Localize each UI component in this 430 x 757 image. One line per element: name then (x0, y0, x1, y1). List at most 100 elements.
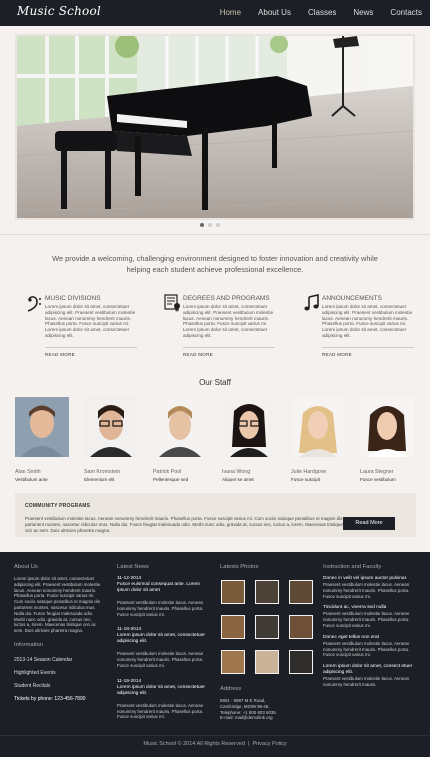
footer-address-title: Address (220, 686, 242, 692)
footer-news: Latest News 11-12-2014 Fusce euismod con… (117, 564, 207, 720)
faculty-text: Praesent vestibulum molestie lacus. Aene… (323, 582, 410, 599)
feature-rule (183, 347, 275, 348)
hero-image (17, 36, 413, 218)
news-headline[interactable]: Lorem ipsum dolor sit amet, consectetuer… (117, 685, 207, 697)
footer-about-text: Lorem ipsum dolor sit amet, consectetuer… (14, 576, 101, 634)
faculty-text: Praesent vestibulum molestie lacus. Aene… (323, 611, 410, 628)
footer-about-title: About Us (14, 564, 38, 570)
footer-link[interactable]: Student Recitals (14, 680, 104, 693)
copyright-text: Music School © 2014 All Rights Reserved (143, 741, 245, 747)
staff-role: Fusce suscipit (291, 477, 321, 482)
staff-portrait (15, 397, 69, 457)
footer-address: Address 8901 - 9887 M E Road, Cambridge,… (220, 686, 315, 721)
footer-news-title: Latest News (117, 564, 149, 570)
staff-photo[interactable] (291, 397, 345, 457)
footer-faculty: Instruction and Faculty Donec in velit v… (323, 564, 415, 688)
staff-name: Sam Kromstein (84, 469, 121, 475)
faculty-headline[interactable]: Lorem ipsum dolor sit amet, consect etue… (323, 664, 415, 676)
staff-photo[interactable] (360, 397, 414, 457)
nav-contacts[interactable]: Contacts (390, 8, 422, 17)
faculty-text: Praesent vestibulum molestie lacus. Aene… (323, 640, 410, 658)
slider-dot-3[interactable] (216, 223, 220, 227)
feature-text: Lorem ipsum dolor sit amet, consectetuer… (183, 304, 274, 338)
main-nav: Home About Us Classes News Contacts (220, 8, 422, 17)
staff-portrait (222, 397, 276, 457)
gallery-thumbnail[interactable] (221, 615, 245, 639)
footer-link[interactable]: 2013-14 Season Calendar (14, 654, 104, 667)
staff-photo[interactable] (84, 397, 138, 457)
news-text: Praesent vestibulum molestie lacus. Aene… (117, 651, 204, 668)
news-headline[interactable]: Fusce euismod consequat ante. Lorem ipsu… (117, 582, 207, 594)
section-divider (0, 234, 430, 235)
privacy-policy-link[interactable]: Privacy Policy (252, 741, 286, 747)
news-headline[interactable]: Lorem ipsum dolor sit amet, consectetuer… (117, 633, 207, 645)
community-text: Praesent vestibulum molestie lacus. Aene… (25, 516, 343, 533)
staff-role: Fusce vestibulum (360, 477, 396, 482)
gallery-thumbnail[interactable] (289, 580, 313, 604)
footer-address-text: 8901 - 9887 M E Road, Cambridge, MG09 99… (220, 698, 276, 721)
footer-link[interactable]: Highlighted Events (14, 667, 104, 680)
site-header: Music School Home About Us Classes News … (0, 0, 430, 26)
footer-faculty-title: Instruction and Faculty (323, 564, 382, 570)
gallery-thumbnail[interactable] (289, 615, 313, 639)
nav-home[interactable]: Home (220, 8, 241, 17)
nav-classes[interactable]: Classes (308, 8, 336, 17)
bass-clef-icon (27, 296, 41, 312)
staff-name: Julie Hardgove (291, 469, 327, 475)
intro-text: We provide a welcoming, challenging envi… (52, 254, 378, 274)
gallery-thumbnail[interactable] (255, 650, 279, 674)
staff-name: Alan Smith (15, 469, 41, 475)
music-note-icon (304, 294, 319, 311)
staff-name: Patrick Pool (153, 469, 182, 475)
gallery-thumbnail[interactable] (255, 580, 279, 604)
nav-about[interactable]: About Us (258, 8, 291, 17)
read-more-link[interactable]: READ MORE (322, 352, 352, 357)
footer-photos: Latests Photos (220, 564, 315, 576)
site-logo[interactable]: Music School (17, 4, 101, 18)
staff-name: Laura Stegner (360, 469, 394, 475)
staff-role: Vestibulum ante (15, 477, 48, 482)
read-more-link[interactable]: READ MORE (183, 352, 213, 357)
staff-role: Pellentesque sed (153, 477, 189, 482)
staff-portrait (84, 397, 138, 457)
staff-photo[interactable] (222, 397, 276, 457)
footer-photos-title: Latests Photos (220, 564, 259, 570)
staff-section-title: Our Staff (199, 378, 231, 387)
staff-photo[interactable] (153, 397, 207, 457)
read-more-link[interactable]: READ MORE (45, 352, 75, 357)
nav-news[interactable]: News (353, 8, 373, 17)
diploma-icon (164, 294, 180, 312)
staff-role: Elementum elit (84, 477, 115, 482)
read-more-button[interactable]: Read More (343, 517, 395, 530)
feature-rule (322, 347, 414, 348)
feature-title: Degrees and Programs (183, 295, 270, 302)
footer-phone: Tickets by phone: 123-456-7890 (14, 695, 86, 702)
feature-title: Announcements (322, 295, 382, 302)
news-text: Praesent vestibulum molestie lacus. Aene… (117, 600, 204, 617)
copyright: Music School © 2014 All Rights Reserved … (0, 741, 430, 747)
feature-rule (45, 347, 137, 348)
staff-portrait (360, 397, 414, 457)
gallery-thumbnail[interactable] (255, 615, 279, 639)
separator: | (246, 741, 251, 747)
footer-info-title: Information (14, 641, 43, 648)
feature-title: Music Divisions (45, 295, 101, 302)
staff-portrait (153, 397, 207, 457)
staff-photo[interactable] (15, 397, 69, 457)
feature-text: Lorem ipsum dolor sit amet, consectetuer… (45, 304, 136, 338)
piano-room-photo (17, 36, 413, 218)
footer-about: About Us Lorem ipsum dolor sit amet, con… (14, 564, 104, 706)
slider-dot-2[interactable] (208, 223, 212, 227)
site-footer: About Us Lorem ipsum dolor sit amet, con… (0, 552, 430, 757)
news-text: Praesent vestibulum molestie lacus. Aene… (117, 702, 204, 720)
staff-name: Ivana Wong (222, 469, 251, 475)
slider-pagination (200, 223, 220, 227)
footer-divider (0, 735, 430, 736)
feature-text: Lorem ipsum dolor sit amet, consectetuer… (322, 304, 413, 338)
gallery-thumbnail[interactable] (221, 580, 245, 604)
community-programs-box: COMMUNITY PROGRAMS Praesent vestibulum m… (15, 493, 416, 537)
slider-dot-1[interactable] (200, 223, 204, 227)
gallery-thumbnail[interactable] (289, 650, 313, 674)
faculty-text: Praesent vestibulum molestie lacus. Aene… (323, 676, 410, 687)
gallery-thumbnail[interactable] (221, 650, 245, 674)
